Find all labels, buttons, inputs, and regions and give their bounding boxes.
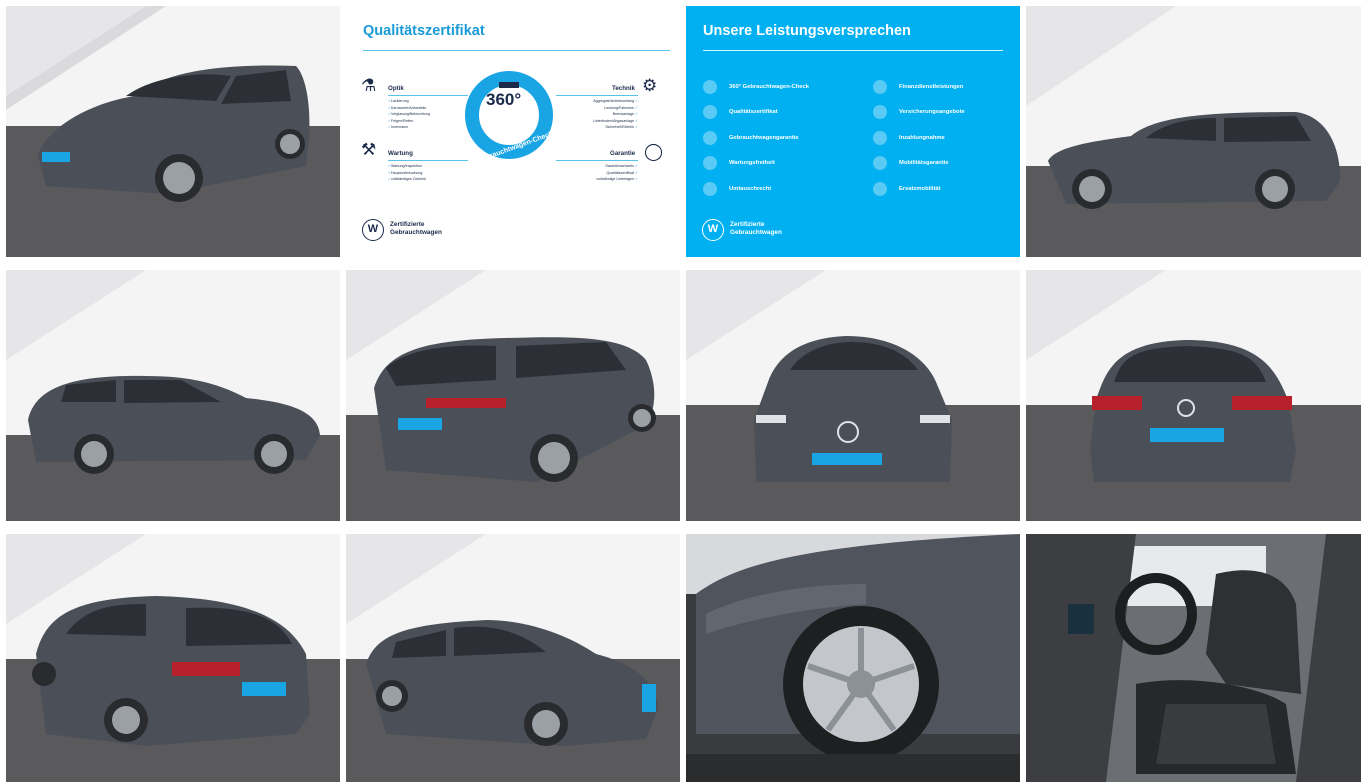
list-item: 360° Gebrauchtwagen-Check [703,74,809,100]
list-item: Wartungsfreiheit [703,151,809,177]
promise-list-right: Finanzdienstleistungen Versicherungsange… [873,74,965,202]
promise-title: Unsere Leistungsversprechen [703,23,911,39]
photo-side-left[interactable] [1026,6,1361,257]
badge-360: 360° [486,90,522,109]
trade-in-icon [873,130,887,145]
wartung-list: Wartung/Inspektion Hauptuntersuchung vol… [388,163,426,183]
photo-interior-seats[interactable] [1026,534,1361,782]
shield-check-icon: ◯ [644,142,664,161]
divider [703,50,1003,51]
section-title-garantie: Garantie [610,150,636,157]
photo-front-right[interactable] [346,534,680,782]
optik-list: Lackierung Karosserie/Anbauteile Verglas… [388,98,430,131]
certificate-icon [703,105,717,120]
section-title-optik: Optik [388,85,404,92]
divider [388,95,468,96]
car-inspection-icon: ⚗ [361,76,377,95]
divider [363,50,670,51]
exchange-icon [703,181,717,196]
promise-footer: Zertifizierte Gebrauchtwagen [730,221,782,236]
list-item: Umtauschrecht [703,176,809,202]
divider [388,160,468,161]
vw-logo-icon: W [362,219,384,241]
mobility-icon [873,181,887,196]
photo-side-right[interactable] [6,270,340,521]
list-item: Ersatzmobilität [873,176,965,202]
section-title-technik: Technik [612,85,635,92]
engine-check-icon: ⚙ [642,76,658,95]
divider [556,160,638,161]
list-item: Inzahlungnahme [873,125,965,151]
technik-list: Aggregate/Antriebsstrang Lenkung/Fahrwer… [593,98,638,131]
section-title-wartung: Wartung [388,150,413,157]
check-icon [703,79,717,94]
vw-logo-icon: W [702,219,724,241]
service-promise[interactable]: Unsere Leistungsversprechen 360° Gebrauc… [686,6,1020,257]
photo-rear-left[interactable] [346,270,680,521]
shield-icon [703,130,717,145]
list-item: Gebrauchtwagengarantie [703,125,809,151]
car-icon [873,156,887,171]
list-item: Versicherungsangebote [873,100,965,126]
insurance-icon [873,105,887,120]
photo-wheel-detail[interactable] [686,534,1020,782]
certificate-title: Qualitätszertifikat [363,23,485,39]
list-item: Finanzdienstleistungen [873,74,965,100]
divider [556,95,638,96]
finance-icon [873,79,887,94]
certificate-footer: Zertifizierte Gebrauchtwagen [390,221,442,236]
photo-front-left[interactable] [6,6,340,257]
garantie-list: Garantienachweis Qualitätszertifikat vol… [596,163,638,183]
wrench-icon [703,156,717,171]
quality-certificate[interactable]: Qualitätszertifikat ⚗ Optik Lackierung K… [346,6,680,257]
photo-rear[interactable] [1026,270,1361,521]
photo-rear-quarter[interactable] [6,534,340,782]
list-item: Qualitätszertifikat [703,100,809,126]
photo-front[interactable] [686,270,1020,521]
list-item: Mobilitätsgarantie [873,151,965,177]
promise-list-left: 360° Gebrauchtwagen-Check Qualitätszerti… [703,74,809,202]
photo-gallery: Qualitätszertifikat ⚗ Optik Lackierung K… [6,6,1361,782]
tools-icon: ⚒ [361,140,377,159]
